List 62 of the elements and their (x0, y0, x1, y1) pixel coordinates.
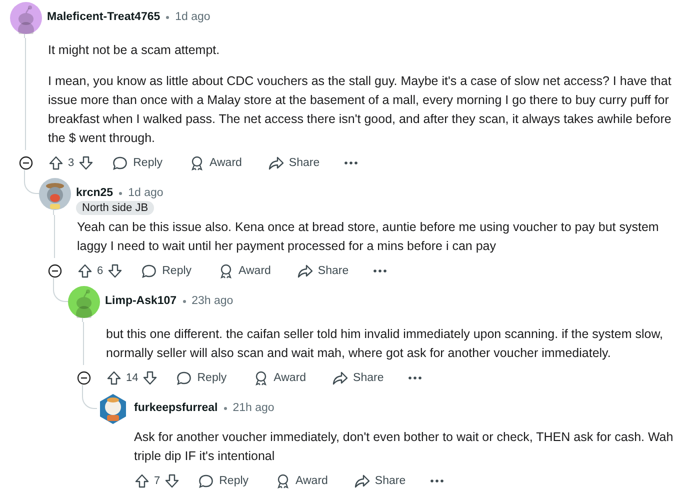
award-button[interactable]: Award (180, 151, 250, 175)
timestamp: 21h ago (232, 402, 274, 414)
timestamp: 1d ago (128, 187, 164, 199)
vote-count: 6 (97, 265, 104, 277)
vote-count: 14 (126, 372, 138, 384)
reply-button[interactable]: Reply (133, 259, 200, 283)
collapse-button[interactable] (76, 370, 92, 386)
comment-text: I mean, you know as little about CDC vouchers as the stall guy. Maybe it's a case of slow net access? I have that issue more than once with a Malay store at the basement of a mall, every morning I go there to buy curry puff for breakfast when I walked pass. The net access there isn't good, and after they scan, it always takes awhile before the $ went through. (48, 73, 672, 147)
avatar-icon[interactable] (68, 286, 100, 318)
downvote-icon[interactable] (78, 155, 94, 171)
comment-icon (198, 473, 214, 489)
share-icon (268, 155, 284, 171)
award-button[interactable]: Award (266, 469, 336, 493)
vote-count: 7 (154, 475, 160, 487)
award-button[interactable]: Award (244, 366, 314, 390)
separator-dot-icon (166, 16, 170, 18)
upvote-icon[interactable] (134, 473, 150, 489)
comment-text: It might not be a scam attempt. (48, 42, 221, 59)
downvote-icon[interactable] (142, 370, 158, 386)
thread-connector (82, 385, 97, 409)
comment-icon (112, 155, 128, 171)
award-icon (218, 263, 234, 279)
downvote-icon[interactable] (164, 473, 180, 489)
upvote-icon[interactable] (77, 263, 93, 279)
comment-icon (176, 370, 192, 386)
comment-text: but this one different. the caifan seller told him invalid immediately upon scanning. if the system slow, normally seller will also scan and wait mah, where got ask for another voucher immediately. (106, 326, 664, 362)
username[interactable]: Limp-Ask107 (105, 295, 177, 307)
downvote-icon[interactable] (107, 263, 124, 279)
upvote-icon[interactable] (106, 370, 122, 386)
timestamp: 23h ago (192, 295, 234, 307)
upvote-icon[interactable] (48, 155, 64, 171)
reply-button[interactable]: Reply (168, 366, 235, 390)
comment-text: Yeah can be this issue also. Kena once at bread store, auntie before me using voucher to pay but system laggy I need to wait until her payment processed for a mins before i can pay (77, 219, 660, 255)
collapse-button[interactable] (18, 155, 34, 171)
avatar-icon[interactable] (10, 2, 42, 34)
share-button[interactable]: Share (346, 469, 414, 493)
username[interactable]: krcn25 (76, 187, 114, 199)
timestamp: 1d ago (175, 11, 210, 23)
reply-button[interactable]: Reply (190, 469, 257, 493)
award-icon (252, 370, 269, 386)
username[interactable]: furkeepsfurreal (134, 402, 218, 414)
username[interactable]: Maleficent-Treat4765 (47, 11, 160, 23)
award-icon (274, 473, 291, 489)
avatar-icon[interactable] (97, 393, 129, 425)
award-icon (188, 155, 205, 171)
comment-text: Ask for another voucher immediately, don't even bother to wait or check, THEN ask for cash. Wah triple dip IF it's intentional (134, 429, 674, 465)
share-button[interactable]: Share (288, 259, 357, 283)
share-icon (332, 370, 348, 386)
avatar-icon[interactable] (39, 178, 71, 210)
separator-dot-icon (119, 192, 122, 194)
share-button[interactable]: Share (324, 366, 392, 390)
share-icon (354, 473, 370, 489)
reply-button[interactable]: Reply (104, 151, 171, 175)
collapse-button[interactable] (47, 263, 63, 279)
award-button[interactable]: Award (210, 259, 279, 283)
comment-icon (141, 263, 158, 279)
separator-dot-icon (224, 406, 227, 410)
share-button[interactable]: Share (260, 151, 328, 175)
user-flair: North side JB (76, 201, 154, 215)
separator-dot-icon (182, 300, 186, 302)
share-icon (296, 263, 313, 279)
vote-count: 3 (68, 157, 74, 169)
